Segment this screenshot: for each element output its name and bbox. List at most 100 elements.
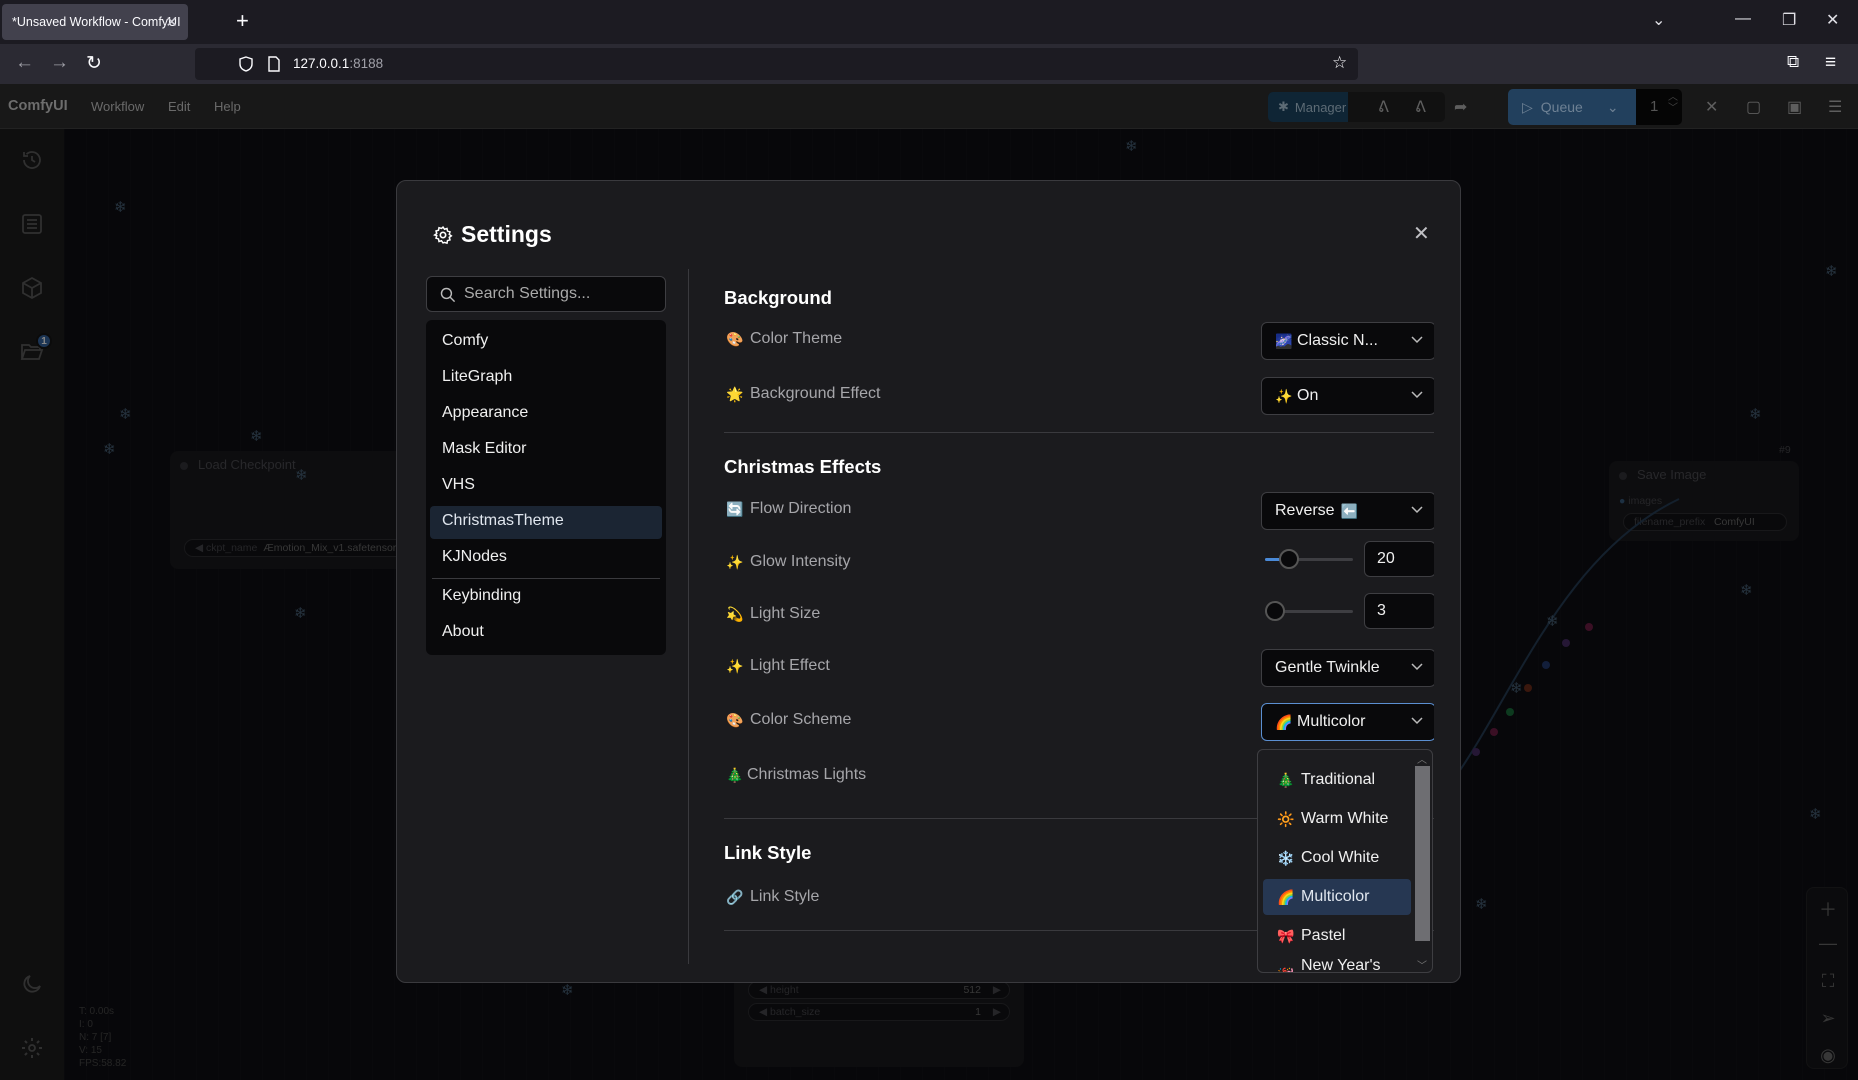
setting-label-light-size: 💫 Light Size xyxy=(726,605,821,622)
glow-intensity-slider[interactable] xyxy=(1265,549,1353,569)
light-size-slider[interactable] xyxy=(1265,601,1353,621)
section-title-christmas-effects: Christmas Effects xyxy=(724,456,882,477)
category-litegraph[interactable]: LiteGraph xyxy=(430,362,662,395)
left-arrow-icon: ⬅️ xyxy=(1340,502,1359,519)
light-size-input[interactable]: 3 xyxy=(1364,593,1434,629)
option-warm-white[interactable]: 🔆 Warm White xyxy=(1263,801,1411,837)
back-icon[interactable]: ← xyxy=(15,52,34,74)
slider-thumb[interactable] xyxy=(1278,549,1299,569)
flow-direction-select[interactable]: Reverse ⬅️ xyxy=(1261,492,1434,530)
light-effect-select[interactable]: Gentle Twinkle xyxy=(1261,649,1434,687)
close-dialog-button[interactable]: ✕ xyxy=(1413,221,1430,246)
palette-icon: 🎨 xyxy=(726,330,744,347)
url-bar[interactable]: 127.0.0.1:8188 ☆ xyxy=(195,48,1358,80)
hamburger-menu-icon[interactable]: ☰ xyxy=(1828,97,1842,117)
puzzle-icon: ✱ xyxy=(1278,99,1289,114)
link-icon: 🔗 xyxy=(726,888,744,905)
page-icon xyxy=(268,56,280,72)
category-kjnodes[interactable]: KJNodes xyxy=(430,542,662,575)
queue-count-input[interactable]: 1 ︿ ﹀ xyxy=(1636,89,1682,125)
clear-queue-icon[interactable]: ✕ xyxy=(1705,97,1718,117)
browser-nav-bar: ← → ↻ 127.0.0.1:8188 ☆ ⧉ ≡ xyxy=(0,44,1858,84)
play-icon: ▷ xyxy=(1522,98,1533,115)
category-vhs[interactable]: VHS xyxy=(430,470,662,503)
close-tab-icon[interactable]: ✕ xyxy=(165,13,178,31)
browser-tab[interactable]: *Unsaved Workflow - ComfyUI ✕ xyxy=(2,4,188,40)
settings-title: Settings xyxy=(433,221,552,248)
setting-label-light-effect: ✨ Light Effect xyxy=(726,657,830,674)
option-multicolor[interactable]: 🌈 Multicolor xyxy=(1263,879,1411,915)
extensions-icon[interactable]: ⧉ xyxy=(1787,52,1799,72)
tab-list-chevron-icon[interactable]: ⌄ xyxy=(1652,10,1665,30)
color-scheme-select[interactable]: 🌈 Multicolor xyxy=(1261,703,1434,741)
search-settings-field[interactable] xyxy=(426,276,666,312)
menu-edit[interactable]: Edit xyxy=(168,99,190,114)
minimize-icon[interactable]: — xyxy=(1735,10,1751,28)
new-tab-button[interactable]: + xyxy=(236,8,249,34)
queue-dropdown-chevron-icon[interactable]: ⌄ xyxy=(1607,99,1619,116)
queue-button[interactable]: ▷ Queue ⌄ xyxy=(1508,89,1636,125)
focus-mode-icon[interactable]: ▢ xyxy=(1746,97,1761,117)
category-christmastheme[interactable]: ChristmasTheme xyxy=(430,506,662,539)
christmas-tree-icon: 🎄 xyxy=(1277,771,1295,788)
chevron-down-icon xyxy=(1411,663,1423,671)
christmas-tree-icon: 🎄 xyxy=(726,766,744,783)
category-mask-editor[interactable]: Mask Editor xyxy=(430,434,662,467)
menu-help[interactable]: Help xyxy=(214,99,241,114)
search-settings-input[interactable] xyxy=(464,285,664,303)
option-cool-white[interactable]: ❄️ Cool White xyxy=(1263,840,1411,876)
gear-icon xyxy=(433,225,453,244)
setting-label-background-effect: 🌟 Background Effect xyxy=(726,385,881,402)
sparkles-icon: ✨ xyxy=(1275,387,1293,404)
dropdown-scrollbar[interactable] xyxy=(1415,766,1430,941)
comfy-logo: ComfyUI xyxy=(8,98,68,114)
option-traditional[interactable]: 🎄 Traditional xyxy=(1263,762,1411,798)
chevron-down-icon xyxy=(1411,506,1423,514)
background-effect-select[interactable]: ✨ On xyxy=(1261,377,1434,415)
restore-icon[interactable]: ❐ xyxy=(1782,10,1796,30)
glow-intensity-input[interactable]: 20 xyxy=(1364,541,1434,577)
setting-label-glow-intensity: ✨ Glow Intensity xyxy=(726,553,851,570)
tab-title: *Unsaved Workflow - ComfyUI xyxy=(12,15,181,29)
browser-menu-icon[interactable]: ≡ xyxy=(1825,52,1836,74)
category-keybinding[interactable]: Keybinding xyxy=(430,581,662,614)
category-appearance[interactable]: Appearance xyxy=(430,398,662,431)
option-pastel[interactable]: 🎀 Pastel xyxy=(1263,918,1411,954)
reload-icon[interactable]: ↻ xyxy=(86,52,102,75)
shield-icon xyxy=(239,56,253,72)
section-divider xyxy=(724,432,1434,433)
option-new-years-eve[interactable]: 🎉New Year's Eve xyxy=(1263,957,1411,972)
setting-label-link-style: 🔗 Link Style xyxy=(726,888,820,905)
share-icon[interactable]: ➦ xyxy=(1454,97,1467,117)
section-title-link-style: Link Style xyxy=(724,842,812,863)
bottom-panel-icon[interactable]: ▣ xyxy=(1787,97,1802,117)
rainbow-icon: 🌈 xyxy=(1275,713,1293,730)
color-scheme-dropdown: 🎄 Traditional 🔆 Warm White ❄️ Cool White 🌈 M… xyxy=(1257,749,1433,973)
window-close-icon[interactable]: ✕ xyxy=(1826,10,1839,30)
sun-icon: 🔆 xyxy=(1277,810,1295,827)
settings-category-list: Comfy LiteGraph Appearance Mask Editor V… xyxy=(426,320,666,655)
free-memory-icon[interactable]: ᕕ xyxy=(1415,97,1426,117)
rainbow-icon: 🌈 xyxy=(1277,888,1295,905)
url-text: 127.0.0.1:8188 xyxy=(293,56,384,71)
forward-icon[interactable]: → xyxy=(50,52,69,74)
chevron-down-icon xyxy=(1411,391,1423,399)
category-comfy[interactable]: Comfy xyxy=(430,326,662,359)
slider-thumb[interactable] xyxy=(1265,601,1285,621)
color-theme-select[interactable]: 🌌 Classic N... xyxy=(1261,322,1434,360)
scroll-up-icon[interactable]: ︿ xyxy=(1417,751,1427,766)
category-about[interactable]: About xyxy=(430,617,662,650)
menu-workflow[interactable]: Workflow xyxy=(91,99,144,114)
setting-label-christmas-lights: 🎄 Christmas Lights xyxy=(726,766,867,783)
dizzy-icon: 💫 xyxy=(726,605,744,622)
manager-button[interactable]: ✱ Manager xyxy=(1268,92,1348,122)
unload-models-icon[interactable]: ᕕ xyxy=(1378,97,1389,117)
galaxy-icon: 🌌 xyxy=(1275,332,1293,349)
scroll-down-icon[interactable]: ﹀ xyxy=(1417,957,1427,972)
snowflake-icon: ❄️ xyxy=(1277,849,1295,866)
setting-label-flow-direction: 🔄 Flow Direction xyxy=(726,500,852,517)
search-icon xyxy=(440,287,456,302)
browser-tab-bar: *Unsaved Workflow - ComfyUI ✕ + ⌄ — ❐ ✕ xyxy=(0,0,1858,44)
setting-label-color-theme: 🎨 Color Theme xyxy=(726,330,843,347)
bookmark-star-icon[interactable]: ☆ xyxy=(1332,53,1347,73)
